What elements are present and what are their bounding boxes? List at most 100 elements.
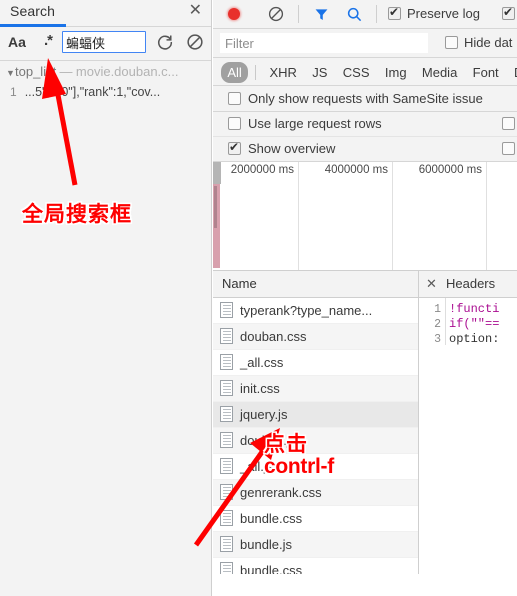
table-row[interactable]: typerank?type_name... bbox=[213, 298, 418, 324]
document-icon bbox=[220, 406, 233, 422]
search-result-group-url: movie.douban.c... bbox=[75, 64, 179, 79]
table-row[interactable]: douban.js bbox=[213, 428, 418, 454]
preserve-log-checkbox[interactable] bbox=[388, 5, 401, 20]
document-icon bbox=[220, 536, 233, 552]
clear-icon[interactable] bbox=[186, 33, 204, 51]
type-filter-all[interactable]: All bbox=[221, 62, 248, 83]
table-row[interactable]: bundle.css bbox=[213, 506, 418, 532]
response-preview[interactable]: 1 !functi 2 if(""== 3 option: bbox=[419, 298, 517, 347]
network-panel: Preserve log Hide dat All XHR JS CSS Img… bbox=[213, 0, 517, 596]
code-lines: 1 !functi 2 if(""== 3 option: bbox=[419, 302, 517, 347]
request-details-panel: ✕ Headers 1 !functi 2 if(""== 3 option: bbox=[419, 271, 517, 574]
toolbar-divider-2 bbox=[376, 5, 377, 23]
hide-data-urls-label: Hide dat bbox=[464, 35, 513, 50]
request-name: typerank?type_name... bbox=[240, 303, 373, 318]
type-filter-img[interactable]: Img bbox=[379, 62, 413, 83]
request-name: douban.css bbox=[240, 329, 307, 344]
type-filter-font[interactable]: Font bbox=[467, 62, 505, 83]
close-icon[interactable]: ✕ bbox=[426, 276, 437, 292]
table-row[interactable]: _all.js bbox=[213, 454, 418, 480]
samesite-checkbox[interactable] bbox=[228, 92, 241, 105]
search-results: ▼top_list — movie.douban.c... 1 ...5","50… bbox=[0, 61, 211, 102]
match-case-button[interactable]: Aa bbox=[8, 34, 26, 50]
filter-input[interactable] bbox=[220, 33, 428, 53]
search-result-group-dash: — bbox=[59, 64, 73, 79]
record-icon[interactable] bbox=[228, 8, 240, 20]
code-line-number: 3 bbox=[434, 333, 441, 346]
devtools-screenshot: Search ✕ Aa .* ▼top_list — movie.douban.… bbox=[0, 0, 517, 596]
table-row[interactable]: init.css bbox=[213, 376, 418, 402]
samesite-row: Only show requests with SameSite issue bbox=[213, 86, 517, 112]
document-icon bbox=[220, 328, 233, 344]
search-result-line-text: ...5","50"],"rank":1,"cov... bbox=[24, 85, 161, 99]
overview-tick-2: 4000000 ms bbox=[325, 162, 393, 270]
table-row[interactable]: jquery.js bbox=[213, 402, 418, 428]
show-overview-label: Show overview bbox=[248, 141, 336, 156]
type-filter-css[interactable]: CSS bbox=[337, 62, 376, 83]
tab-search[interactable]: Search bbox=[10, 3, 55, 19]
search-toolbar: Aa .* bbox=[0, 27, 211, 61]
use-large-rows-checkbox[interactable] bbox=[228, 117, 241, 130]
tab-headers[interactable]: Headers bbox=[446, 276, 495, 291]
show-overview-row: Show overview bbox=[213, 137, 517, 162]
code-line: 3 option: bbox=[419, 332, 517, 347]
overview-tick-label-3: 6000000 ms bbox=[418, 164, 482, 176]
regex-button[interactable]: .* bbox=[44, 32, 53, 49]
clear-requests-icon[interactable] bbox=[268, 6, 284, 22]
search-panel: Search ✕ Aa .* ▼top_list — movie.douban.… bbox=[0, 0, 212, 596]
document-icon bbox=[220, 510, 233, 526]
chevron-down-icon[interactable]: ▼ bbox=[6, 63, 15, 82]
group-by-frame-checkbox[interactable] bbox=[502, 117, 515, 130]
refresh-icon[interactable] bbox=[156, 33, 174, 51]
network-overview-timeline[interactable]: 2000000 ms 4000000 ms 6000000 ms bbox=[213, 162, 517, 271]
disable-cache-checkbox[interactable] bbox=[502, 5, 515, 20]
search-tabbar: Search ✕ bbox=[0, 0, 211, 27]
toolbar-divider bbox=[298, 5, 299, 23]
document-icon bbox=[220, 354, 233, 370]
use-large-rows-label: Use large request rows bbox=[248, 116, 382, 131]
large-rows-row: Use large request rows bbox=[213, 112, 517, 137]
filter-icon[interactable] bbox=[313, 6, 330, 23]
column-header-name[interactable]: Name bbox=[213, 271, 418, 298]
type-divider bbox=[255, 65, 257, 80]
document-icon bbox=[220, 302, 233, 318]
search-input[interactable] bbox=[62, 31, 146, 53]
document-icon bbox=[220, 458, 233, 474]
type-filter-media[interactable]: Media bbox=[416, 62, 463, 83]
overview-tick-1: 2000000 ms bbox=[231, 162, 299, 270]
overview-activity-bar bbox=[213, 184, 220, 268]
close-icon[interactable]: ✕ bbox=[189, 3, 202, 19]
overview-scrollbar[interactable] bbox=[213, 162, 221, 184]
type-filter-doc[interactable]: D bbox=[508, 62, 517, 83]
hide-data-urls-checkbox[interactable] bbox=[445, 36, 458, 49]
request-name: douban.js bbox=[240, 433, 297, 448]
table-row[interactable]: douban.css bbox=[213, 324, 418, 350]
overview-tick-label-1: 2000000 ms bbox=[230, 164, 294, 176]
code-line-text: option: bbox=[449, 332, 500, 346]
code-line-text: if(""== bbox=[449, 317, 500, 331]
table-row[interactable]: bundle.js bbox=[213, 532, 418, 558]
code-line: 2 if(""== bbox=[419, 317, 517, 332]
requests-split: Name typerank?type_name... douban.css _all… bbox=[213, 271, 517, 574]
type-filter-js[interactable]: JS bbox=[306, 62, 333, 83]
request-name: bundle.css bbox=[240, 511, 303, 526]
overview-tick-label-2: 4000000 ms bbox=[324, 164, 388, 176]
preserve-log-label: Preserve log bbox=[407, 6, 480, 21]
search-icon[interactable] bbox=[346, 6, 363, 23]
code-line-number: 2 bbox=[434, 318, 441, 331]
table-row[interactable]: _all.css bbox=[213, 350, 418, 376]
capture-screenshots-checkbox[interactable] bbox=[502, 142, 515, 155]
document-icon bbox=[220, 380, 233, 396]
request-name: jquery.js bbox=[240, 407, 288, 422]
request-name: _all.js bbox=[240, 459, 274, 474]
table-row[interactable]: bundle.css bbox=[213, 558, 418, 574]
show-overview-checkbox[interactable] bbox=[228, 140, 241, 155]
search-result-group[interactable]: ▼top_list — movie.douban.c... bbox=[0, 61, 211, 82]
table-row[interactable]: genrerank.css bbox=[213, 480, 418, 506]
type-filter-xhr[interactable]: XHR bbox=[263, 62, 302, 83]
overview-tick-3: 6000000 ms bbox=[419, 162, 487, 270]
requests-rows: typerank?type_name... douban.css _all.cssi… bbox=[213, 298, 418, 574]
request-name: init.css bbox=[240, 381, 280, 396]
network-toolbar: Preserve log bbox=[213, 0, 517, 29]
search-result-line[interactable]: 1 ...5","50"],"rank":1,"cov... bbox=[0, 82, 211, 102]
